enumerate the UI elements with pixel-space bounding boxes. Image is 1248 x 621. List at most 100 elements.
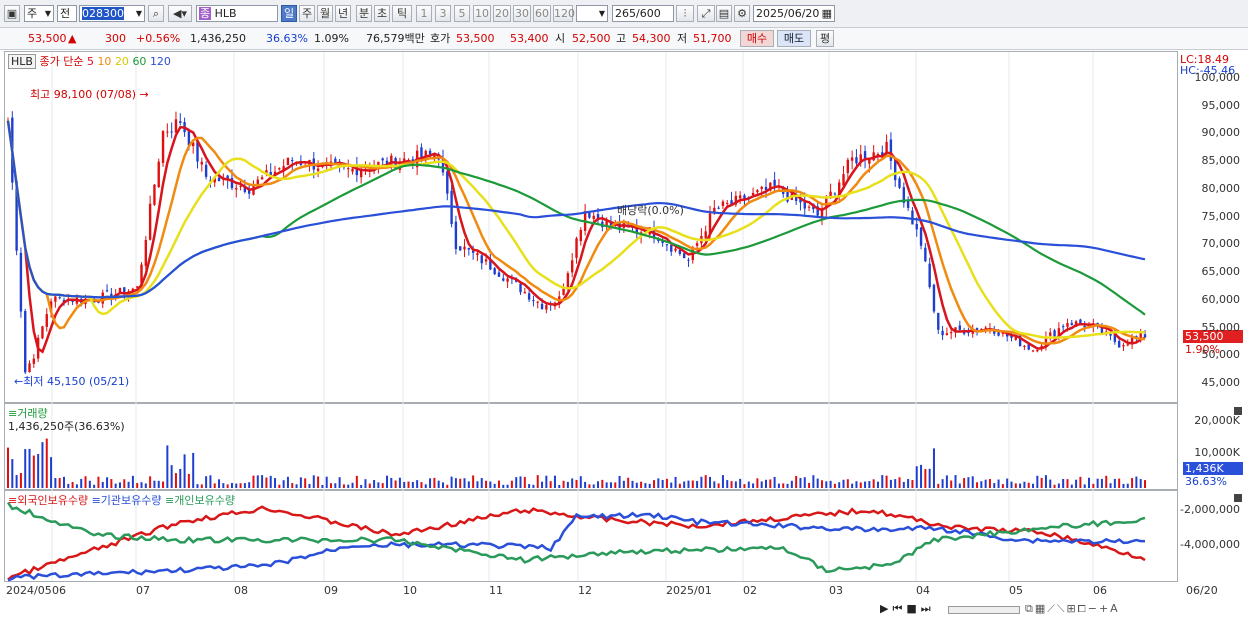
volume-bar	[351, 482, 354, 488]
volume-bar	[386, 475, 388, 488]
volume-bar	[269, 475, 272, 488]
volume-bar	[437, 480, 440, 488]
candle-body	[217, 177, 221, 182]
font-size-icon[interactable]: A	[1110, 602, 1120, 615]
grid-tool-icon[interactable]: ▦	[1035, 602, 1047, 615]
play-icon[interactable]: ▶	[880, 602, 892, 615]
candle-body	[118, 287, 122, 293]
legend-individual: ≡개인보유수량	[165, 494, 235, 507]
price-tick: 100,000	[1194, 71, 1241, 84]
zoom-slider[interactable]	[948, 606, 1020, 614]
volume-bar	[859, 482, 862, 488]
volume-bars	[7, 438, 1146, 488]
volume-bar	[450, 476, 453, 488]
volume-bar	[657, 478, 660, 488]
candle-body	[1036, 350, 1039, 352]
volume-bar	[153, 480, 156, 488]
volume-bar	[997, 479, 1000, 488]
volume-tick: 20,000K	[1194, 414, 1240, 427]
holding-legend: ≡외국인보유수량 ≡기관보유수량 ≡개인보유수량	[8, 492, 235, 508]
candle-body	[997, 332, 1000, 336]
volume-bar	[545, 475, 548, 488]
high-marker-text: 최고 98,100 (07/08)	[30, 88, 137, 101]
volume-bar	[1075, 479, 1078, 488]
volume-bar	[631, 480, 634, 488]
volume-bar	[131, 475, 134, 488]
zoom-out-icon[interactable]: −	[1088, 602, 1099, 615]
stop-icon[interactable]: ■	[906, 602, 920, 615]
volume-bar	[894, 479, 897, 488]
price-tick: 60,000	[1201, 293, 1241, 306]
candle-body	[179, 121, 182, 123]
candle-body	[28, 363, 31, 373]
candle-body	[420, 147, 423, 158]
volume-bar	[11, 459, 14, 488]
volume-bar	[420, 482, 423, 488]
volume-bar	[166, 445, 169, 488]
panel-close-icon[interactable]	[1234, 494, 1242, 502]
candle-body	[575, 238, 578, 258]
candle-body	[665, 244, 669, 246]
candle-body	[1049, 332, 1052, 336]
volume-bar	[381, 483, 384, 488]
candle-body	[756, 190, 759, 193]
volume-bar	[777, 483, 780, 488]
volume-bar	[304, 478, 307, 488]
volume-bar	[562, 480, 565, 488]
scroll-controls[interactable]: ▶⏮■⏭	[880, 602, 935, 616]
candle-body	[738, 195, 742, 199]
volume-bar	[41, 442, 44, 488]
volume-bar	[282, 480, 285, 488]
volume-bar	[614, 482, 617, 488]
price-y-axis: 100,000 95,000 90,000 85,000 80,000 75,0…	[1180, 51, 1248, 403]
candle-body	[949, 332, 953, 334]
volume-bar	[506, 484, 509, 488]
zoom-in-icon[interactable]: +	[1099, 602, 1110, 615]
volume-bar	[523, 476, 526, 488]
candle-body	[958, 325, 962, 330]
line-tool-icon[interactable]: ⟋	[1047, 602, 1057, 615]
rewind-icon[interactable]: ⏮	[892, 602, 906, 615]
volume-bar	[433, 477, 436, 488]
volume-bar	[846, 479, 849, 488]
trend-tool-icon[interactable]: ⟍	[1057, 602, 1067, 615]
volume-bar	[799, 477, 802, 488]
fast-forward-icon[interactable]: ⏭	[921, 602, 935, 615]
volume-bar	[416, 480, 419, 488]
volume-bar	[528, 484, 531, 488]
volume-bar	[963, 478, 966, 488]
volume-bar	[502, 484, 505, 488]
price-tick: 85,000	[1201, 154, 1241, 167]
volume-bar	[803, 477, 806, 488]
volume-bar	[127, 481, 130, 488]
high-marker: 최고 98,100 (07/08) →	[30, 86, 149, 102]
candle-body	[484, 259, 488, 262]
volume-bar	[855, 481, 858, 488]
moving-average-lines	[6, 120, 1146, 354]
candle-body	[1122, 345, 1125, 347]
panel-close-icon[interactable]	[1234, 407, 1242, 415]
view-tools[interactable]: ⧉▦⟋⟍⊞⧠−+A	[1025, 602, 1120, 616]
candle-body	[592, 215, 595, 219]
volume-bar	[592, 484, 595, 488]
save-tool-icon[interactable]: ⧠	[1078, 602, 1088, 615]
volume-bar	[183, 454, 186, 488]
candle-body	[1117, 340, 1121, 348]
volume-bar	[1027, 482, 1030, 488]
price-tick: 65,000	[1201, 265, 1241, 278]
fib-tool-icon[interactable]: ⊞	[1066, 602, 1077, 615]
candle-body	[1061, 326, 1065, 328]
candle-body	[713, 207, 716, 212]
volume-bar	[795, 475, 798, 488]
volume-bar	[347, 484, 350, 488]
x-label: 09	[324, 584, 338, 597]
volume-bar	[721, 475, 724, 488]
volume-bar	[429, 478, 432, 488]
volume-bar	[256, 475, 259, 488]
volume-bar	[222, 483, 225, 488]
volume-bar	[622, 480, 625, 488]
layout-tool-icon[interactable]: ⧉	[1025, 602, 1035, 615]
volume-bar	[84, 476, 87, 488]
volume-bar	[1131, 478, 1134, 488]
chart-canvas[interactable]	[0, 0, 1248, 621]
